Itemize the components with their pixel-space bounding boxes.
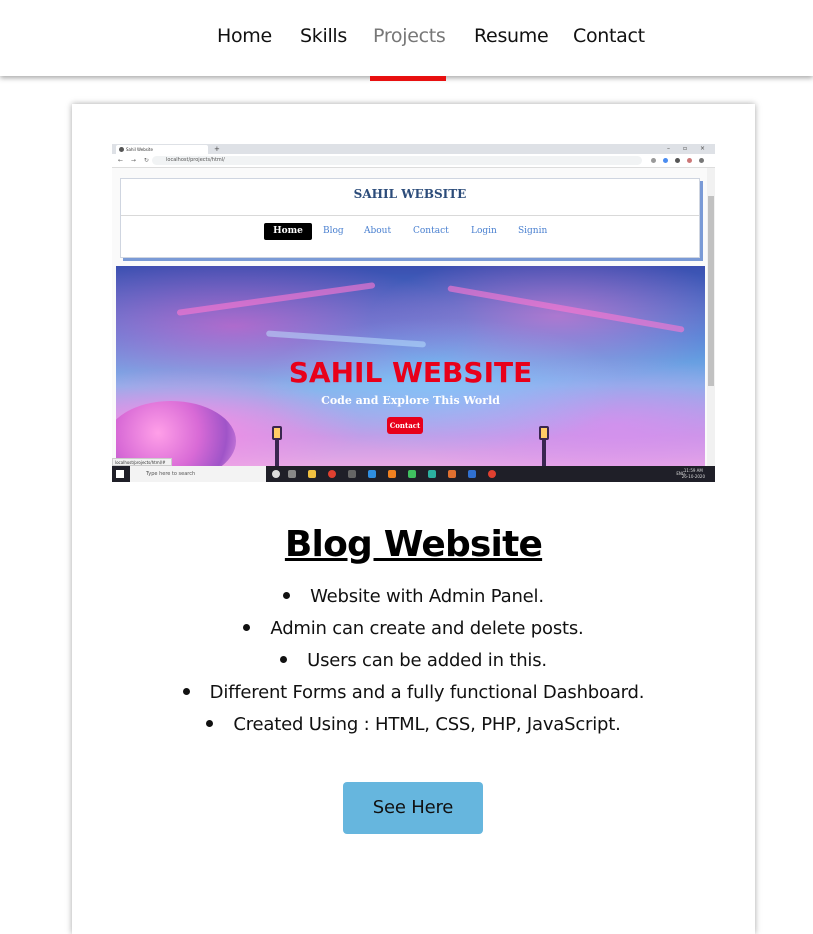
project-screenshot: Sahil Website + – ▫ × ← → ↻ localhost/pr…: [112, 144, 715, 482]
bullet-icon: [206, 719, 214, 727]
address-url: localhost/projects/html/: [166, 157, 225, 163]
hero-contact-button: Contact: [387, 417, 423, 434]
hero-title: SAHIL WEBSITE: [288, 356, 533, 389]
browser-nav-icons: ← → ↻: [118, 157, 152, 164]
list-item: Users can be added in this.: [72, 648, 755, 680]
taskbar-search-placeholder: Type here to search: [146, 471, 196, 477]
bullet-icon: [182, 687, 190, 695]
favicon-icon: [119, 147, 124, 152]
browser-tab-title: Sahil Website: [126, 147, 153, 152]
site-nav-contact: Contact: [413, 226, 449, 236]
chrome-icon: [328, 470, 336, 478]
site-nav-blog: Blog: [323, 226, 344, 236]
browser-address-bar: ← → ↻ localhost/projects/html/: [112, 154, 715, 168]
nav-projects-link[interactable]: Projects: [373, 20, 446, 52]
page-scrollbar: [707, 168, 715, 466]
hero-cloud-stripe: [265, 330, 427, 348]
list-item: Different Forms and a fully functional D…: [72, 680, 755, 712]
minimize-icon: –: [667, 145, 670, 152]
scrollbar-thumb: [708, 196, 714, 386]
address-field: localhost/projects/html/: [152, 156, 642, 165]
new-tab-icon: +: [214, 145, 220, 153]
site-nav-about: About: [364, 226, 392, 236]
maximize-icon: ▫: [683, 145, 688, 152]
taskbar-app-icon: [408, 470, 416, 478]
site-title: SAHIL WEBSITE: [353, 187, 467, 201]
bullet-icon: [280, 655, 288, 663]
browser-tab: Sahil Website: [116, 145, 208, 154]
hero-lamp-icon: [272, 426, 282, 440]
hero-blossom-tree: [116, 401, 236, 466]
hero-lamp-icon: [539, 426, 549, 440]
hero-cloud-stripe: [176, 282, 376, 316]
feature-text: Created Using : HTML, CSS, PHP, JavaScri…: [233, 714, 621, 735]
feature-text: Admin can create and delete posts.: [270, 618, 584, 639]
avatar: [687, 158, 692, 163]
project-title: Blog Website: [284, 524, 543, 565]
taskbar-search: Type here to search: [130, 466, 266, 482]
star-icon: [651, 158, 656, 163]
extension-icon: [663, 158, 668, 163]
bullet-icon: [283, 591, 291, 599]
menu-icon: [699, 158, 704, 163]
feature-text: Users can be added in this.: [307, 650, 547, 671]
taskbar-clock: 11:59 AM 26-10-2020: [682, 468, 705, 480]
site-header: SAHIL WEBSITE Home Blog About Contact Lo…: [120, 178, 700, 258]
chrome-icon: [488, 470, 496, 478]
site-nav-login: Login: [471, 226, 497, 236]
site-nav-home: Home: [264, 223, 312, 240]
puzzle-icon: [675, 158, 680, 163]
feature-text: Different Forms and a fully functional D…: [209, 682, 645, 703]
site-divider: [121, 215, 699, 216]
nav-contact-link[interactable]: Contact: [573, 20, 645, 52]
site-nav-signin: Signin: [518, 226, 548, 236]
hero-subtitle: Code and Explore This World: [321, 394, 500, 407]
hero-lamp-post: [542, 436, 546, 466]
taskbar-date: 26-10-2020: [681, 474, 705, 479]
nav-skills-link[interactable]: Skills: [300, 20, 347, 52]
close-icon: ×: [700, 145, 706, 152]
list-item: Website with Admin Panel.: [72, 584, 755, 616]
top-navbar: Home Skills Projects Resume Contact: [0, 0, 813, 76]
cortana-icon: [272, 470, 280, 478]
nav-home-link[interactable]: Home: [217, 20, 272, 52]
see-here-button[interactable]: See Here: [343, 782, 483, 834]
hero-cloud-stripe: [447, 285, 685, 333]
taskbar-app-icon: [428, 470, 436, 478]
vscode-icon: [368, 470, 376, 478]
list-item: Created Using : HTML, CSS, PHP, JavaScri…: [72, 712, 755, 744]
hero-lamp-post: [275, 436, 279, 466]
site-hero-banner: SAHIL WEBSITE Code and Explore This Worl…: [116, 266, 705, 466]
feature-text: Website with Admin Panel.: [310, 586, 544, 607]
nav-resume-link[interactable]: Resume: [474, 20, 549, 52]
taskbar-app-icon: [348, 470, 356, 478]
word-icon: [468, 470, 476, 478]
bullet-icon: [243, 623, 251, 631]
active-nav-indicator: [370, 76, 446, 81]
project-feature-list: Website with Admin Panel. Admin can crea…: [72, 584, 755, 744]
task-view-icon: [288, 470, 296, 478]
file-explorer-icon: [308, 470, 316, 478]
windows-start-icon: [116, 470, 124, 478]
taskbar-app-icon: [448, 470, 456, 478]
browser-tab-strip: Sahil Website + – ▫ ×: [112, 144, 715, 154]
main-nav: Home Skills Projects Resume Contact: [0, 20, 813, 52]
status-url-popup: localhost/projects/html/#: [112, 458, 172, 466]
browser-extension-icons: [649, 156, 709, 165]
project-card: Sahil Website + – ▫ × ← → ↻ localhost/pr…: [72, 104, 755, 934]
list-item: Admin can create and delete posts.: [72, 616, 755, 648]
windows-taskbar: Type here to search ENG 11:59 AM 26-10-2…: [112, 466, 715, 482]
sublime-icon: [388, 470, 396, 478]
